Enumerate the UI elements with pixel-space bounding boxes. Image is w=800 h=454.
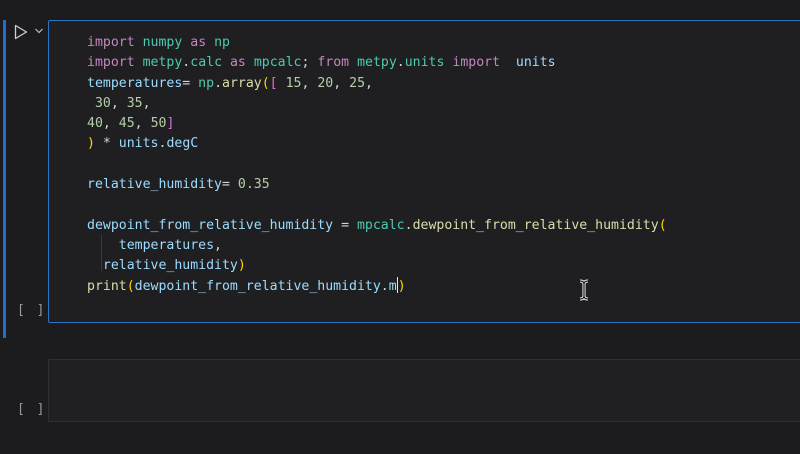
code-token: 45 xyxy=(118,116,135,132)
code-line[interactable]: dewpoint_from_relative_humidity = mpcalc… xyxy=(87,216,667,236)
code-token: ) xyxy=(87,136,95,152)
code-token: metpy xyxy=(142,55,183,71)
cell-execution-count: [ ] xyxy=(17,402,47,417)
code-token: 35 xyxy=(126,95,143,111)
code-token: 20 xyxy=(317,75,334,91)
code-token: 40 xyxy=(87,116,103,132)
run-cell-button[interactable] xyxy=(12,23,30,41)
code-token: import xyxy=(87,55,135,71)
code-token: units xyxy=(515,55,556,71)
code-line[interactable]: temperatures= np.array([ 15, 20, 25, xyxy=(87,74,667,94)
notebook-editor: [ ] import numpy as np import metpy.calc … xyxy=(0,0,800,454)
code-token: units xyxy=(118,136,159,152)
code-line[interactable]: import numpy as np xyxy=(87,33,667,53)
code-line[interactable] xyxy=(87,195,667,215)
code-line[interactable] xyxy=(87,155,667,175)
code-token: ; xyxy=(301,55,318,71)
code-line[interactable]: 40, 45, 50] xyxy=(87,114,667,134)
code-token: as xyxy=(190,35,207,50)
code-token: , xyxy=(142,95,151,111)
code-token: mpcalc xyxy=(356,217,405,233)
code-token: dewpoint_from_relative_humidity xyxy=(87,217,334,233)
code-token: [ xyxy=(269,75,278,91)
code-token: as xyxy=(229,55,246,71)
code-token: 25 xyxy=(349,75,366,91)
code-token: ) xyxy=(397,278,406,294)
code-token: , xyxy=(134,116,151,132)
code-token: , xyxy=(214,237,222,253)
code-token: ) xyxy=(237,258,246,274)
code-line[interactable]: ) * units.degC xyxy=(87,134,667,154)
cell-execution-count: [ ] xyxy=(17,303,47,318)
code-token: array xyxy=(222,75,262,91)
code-token: m xyxy=(388,278,397,294)
code-token: . xyxy=(396,55,405,71)
execute-options-dropdown[interactable] xyxy=(33,24,45,38)
code-token: . xyxy=(380,278,389,294)
code-cell-editor[interactable]: import numpy as np import metpy.calc as m… xyxy=(48,20,800,323)
code-token: relative_humidity xyxy=(87,177,222,193)
play-icon xyxy=(14,24,28,40)
code-token: , xyxy=(110,95,127,111)
code-token: dewpoint_from_relative_humidity xyxy=(134,278,381,294)
code-token: import xyxy=(87,35,135,50)
code-line[interactable]: relative_humidity) xyxy=(87,256,667,276)
text-cursor-icon xyxy=(577,279,591,301)
code-token: , xyxy=(102,116,119,132)
code-token: . xyxy=(214,75,223,91)
code-token: 50 xyxy=(150,116,167,132)
code-token: ( xyxy=(126,278,135,294)
code-token: * xyxy=(94,136,119,152)
code-token: ] xyxy=(166,116,175,132)
code-token: temperatures xyxy=(118,237,215,253)
empty-code-cell[interactable] xyxy=(48,359,800,422)
code-token: print xyxy=(87,278,127,294)
code-token: = xyxy=(221,177,238,193)
code-token: = xyxy=(182,75,199,91)
code-token: 0.35 xyxy=(237,177,270,193)
code-line[interactable]: import metpy.calc as mpcalc; from metpy.… xyxy=(87,53,667,73)
code-token: 30 xyxy=(94,95,111,111)
code-line[interactable]: temperatures, xyxy=(87,236,667,256)
code-token: units xyxy=(404,55,445,71)
code-line[interactable]: 30, 35, xyxy=(87,94,667,114)
code-content[interactable]: import numpy as np import metpy.calc as m… xyxy=(87,33,667,297)
code-token: dewpoint_from_relative_humidity xyxy=(412,217,659,233)
code-token: 15 xyxy=(285,75,302,91)
code-line[interactable]: relative_humidity= 0.35 xyxy=(87,175,667,195)
code-token: = xyxy=(333,217,357,233)
code-token: np xyxy=(198,75,215,91)
code-token: mpcalc xyxy=(253,55,302,71)
code-token: relative_humidity xyxy=(102,258,238,274)
code-token: . xyxy=(404,217,413,233)
code-token: , xyxy=(333,75,350,91)
cell-focus-indicator xyxy=(3,20,6,338)
code-token: import xyxy=(452,55,501,71)
code-token: , xyxy=(365,75,373,91)
code-token: degC xyxy=(166,136,199,152)
code-token: metpy xyxy=(357,55,397,71)
code-token: , xyxy=(301,75,318,91)
code-token: from xyxy=(317,55,350,71)
chevron-down-icon xyxy=(35,28,43,34)
code-token: np xyxy=(214,35,230,50)
code-token: ( xyxy=(658,217,667,233)
code-token: calc xyxy=(190,55,223,71)
code-token: ( xyxy=(261,75,270,91)
code-token: numpy xyxy=(142,35,183,50)
code-token: temperatures xyxy=(87,75,183,91)
